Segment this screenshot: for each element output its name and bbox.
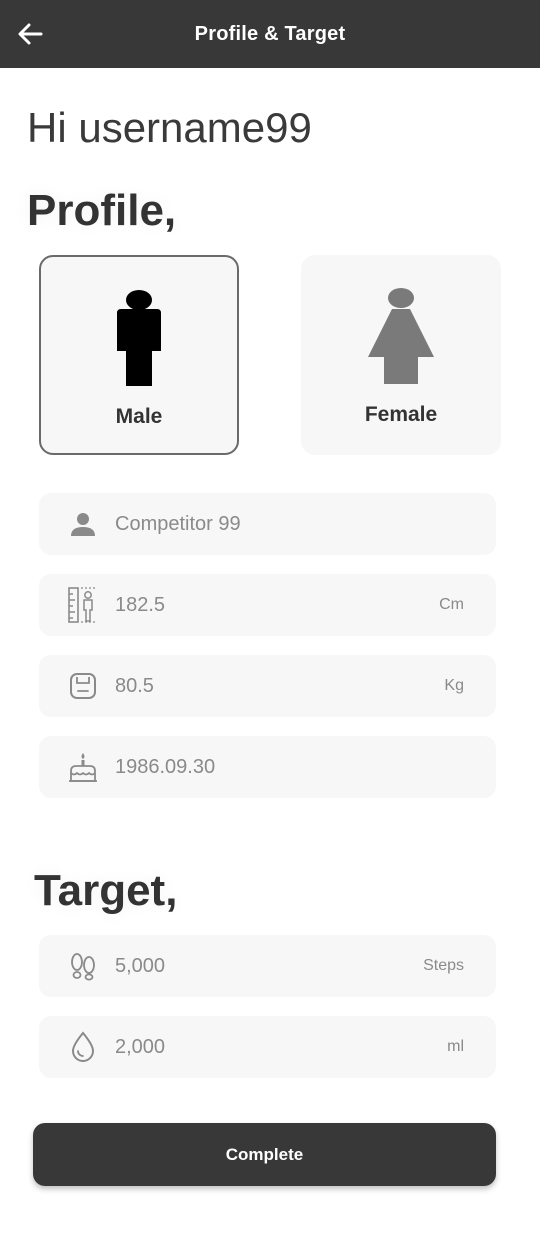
scale-icon (70, 673, 96, 699)
greeting-text: Hi username99 (27, 104, 312, 151)
female-icon (368, 288, 434, 384)
name-value: Competitor 99 (115, 513, 241, 535)
birthdate-field[interactable]: 1986.09.30 (39, 736, 496, 798)
height-unit: Cm (439, 596, 464, 613)
gender-female-card[interactable]: Female (301, 255, 501, 455)
height-value: 182.5 (115, 594, 166, 616)
weight-field[interactable]: 80.5 Kg (39, 655, 496, 717)
water-unit: ml (447, 1038, 464, 1055)
female-label: Female (364, 403, 438, 426)
water-field[interactable]: 2,000 ml (39, 1016, 496, 1078)
steps-field[interactable]: 5,000 Steps (39, 935, 496, 997)
steps-value: 5,000 (115, 955, 166, 977)
complete-button[interactable]: Complete (33, 1123, 496, 1186)
height-field[interactable]: 182.5 Cm (39, 574, 496, 636)
page-title: Profile & Target (194, 22, 346, 45)
male-label: Male (115, 405, 163, 428)
cake-icon (69, 753, 97, 782)
water-drop-icon (71, 1031, 95, 1062)
weight-value: 80.5 (115, 675, 154, 697)
name-field[interactable]: Competitor 99 (39, 493, 496, 555)
weight-unit: Kg (444, 677, 464, 694)
target-section-title: Target, (34, 866, 178, 915)
male-icon (117, 290, 161, 386)
top-bar: Profile & Target (0, 0, 540, 68)
birthdate-value: 1986.09.30 (115, 756, 216, 778)
footsteps-icon (71, 953, 95, 981)
height-ruler-icon (68, 587, 97, 623)
water-value: 2,000 (115, 1036, 166, 1058)
person-icon (71, 513, 95, 536)
gender-male-card[interactable]: Male (39, 255, 239, 455)
steps-unit: Steps (423, 957, 464, 974)
profile-section-title: Profile, (27, 186, 177, 235)
